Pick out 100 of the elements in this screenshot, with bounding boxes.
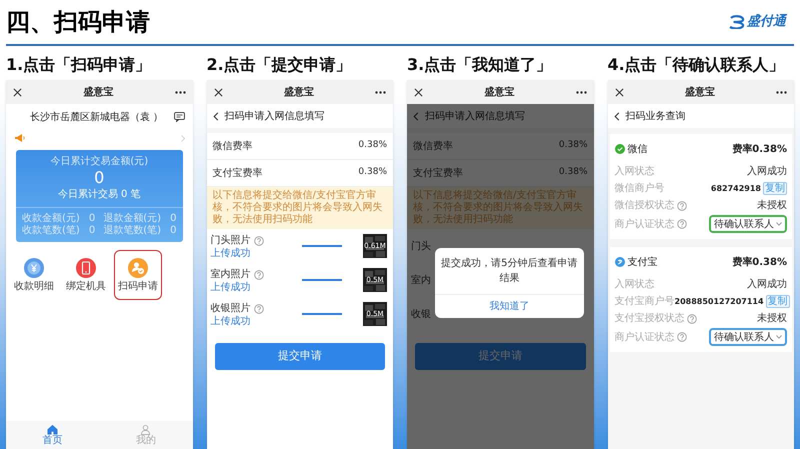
rate-label: 微信费率: [413, 140, 453, 154]
copy-button[interactable]: 复制: [763, 182, 787, 195]
back-icon[interactable]: [212, 112, 218, 120]
field-value: 入网成功: [747, 164, 787, 179]
photo-label: 室内: [411, 274, 431, 288]
app-title: 盛意宝: [83, 85, 114, 100]
logo-icon: [729, 15, 745, 29]
chevron-down-icon: [776, 335, 782, 339]
dialog-message: 提交成功，请5分钟后查看申请结果: [440, 256, 578, 286]
app-title: 盛意宝: [684, 85, 715, 100]
stat-label: 退款金额(元): [103, 213, 162, 224]
shortcut-button[interactable]: 收款明细: [10, 250, 58, 300]
speaker-icon: [14, 134, 25, 142]
help-icon[interactable]: [254, 236, 264, 246]
help-icon[interactable]: [254, 270, 264, 280]
field-value: 682742918: [710, 182, 761, 194]
help-icon[interactable]: [676, 332, 686, 342]
message-icon[interactable]: [174, 112, 184, 122]
photo-label: 收银: [411, 308, 431, 322]
status-dropdown[interactable]: 待确认联系人: [709, 215, 787, 233]
back-icon[interactable]: [614, 112, 620, 120]
close-icon[interactable]: [214, 88, 222, 96]
notice-text: 以下信息将提交给微信/支付宝官方审核，不符合要求的图片将会导致入网失败，无法使用扫码功能: [407, 187, 594, 229]
field-label: 入网状态: [614, 278, 654, 292]
stat-value: 0: [88, 225, 96, 237]
summary-label: 今日累计交易金额(元): [50, 154, 148, 169]
photo-label: 门头: [411, 240, 431, 254]
rate-value: 0.38%: [358, 139, 387, 152]
channel-rate: 费率0.38%: [732, 255, 787, 270]
field-label: 商户认证状态: [614, 330, 674, 344]
photo-label: 室内照片: [210, 268, 250, 282]
stat-label: 收款笔数(笔): [22, 225, 80, 237]
upload-status: 上传成功: [210, 282, 252, 293]
rate-value: 0.38%: [558, 139, 588, 152]
home-icon[interactable]: [47, 424, 58, 435]
field-label: 商户认证状态: [614, 218, 674, 232]
field-label: 支付宝授权状态: [614, 312, 684, 326]
step-heading: 4.点击「待确认联系人」: [608, 54, 786, 76]
channel-rate: 费率0.38%: [732, 142, 787, 156]
slide-title: 四、扫码申请: [6, 7, 150, 38]
rate-label: 微信费率: [212, 140, 252, 154]
field-label: 微信商户号: [614, 182, 664, 196]
field-value: 未授权: [757, 312, 787, 326]
phone-icon: [75, 257, 97, 279]
channel-name: 支付宝: [628, 256, 658, 270]
help-icon[interactable]: [686, 314, 696, 324]
shortcut-button[interactable]: 扫码申请: [114, 250, 162, 300]
step-heading: 3.点击「我知道了」: [407, 54, 554, 76]
confirm-button[interactable]: 我知道了: [435, 294, 584, 318]
submit-button[interactable]: 提交申请: [415, 343, 586, 370]
copy-button[interactable]: 复制: [766, 295, 790, 308]
summary-count: 今日累计交易 0 笔: [58, 188, 141, 202]
rate-value: 0.38%: [358, 166, 387, 180]
field-label: 支付宝商户号: [614, 294, 674, 309]
logo-text: 盛付通: [747, 13, 786, 32]
page-title: 扫码申请入网信息填写: [425, 110, 525, 124]
more-icon[interactable]: [174, 90, 186, 94]
submit-button[interactable]: 提交申请: [214, 343, 385, 370]
more-icon[interactable]: [576, 90, 586, 94]
stat-label: 退款笔数(笔): [103, 225, 162, 237]
stat-value: 0: [170, 225, 176, 237]
shortcut-button[interactable]: 绑定机具: [62, 250, 110, 300]
status-dropdown[interactable]: 待确认联系人: [709, 328, 787, 346]
more-icon[interactable]: [776, 90, 787, 94]
notice-text: 以下信息将提交给微信/支付宝官方审核，不符合要求的图片将会导致入网失败，无法使用扫码功能: [206, 187, 393, 229]
chevron-down-icon: [776, 222, 782, 226]
close-icon[interactable]: [414, 88, 423, 96]
upload-status: 上传成功: [210, 316, 252, 327]
more-icon[interactable]: [375, 90, 386, 94]
page-title: 扫码申请入网信息填写: [224, 110, 324, 124]
field-label: 微信授权状态: [614, 198, 674, 213]
summary-amount: 0: [94, 169, 104, 187]
close-icon[interactable]: [614, 88, 624, 96]
rate-value: 0.38%: [558, 166, 588, 180]
photo-label: 收银照片: [210, 302, 250, 316]
app-title: 盛意宝: [484, 85, 514, 100]
tab-bar-item[interactable]: 我的: [99, 421, 192, 449]
step-heading: 1.点击「扫码申请」: [6, 54, 152, 76]
field-label: 入网状态: [614, 164, 654, 179]
field-value: 2088850127207114: [674, 296, 764, 308]
shop-name: 长沙市岳麓区新城电器（袁 ）: [29, 110, 164, 124]
help-icon[interactable]: [676, 219, 686, 229]
rate-label: 支付宝费率: [413, 166, 463, 180]
step-heading: 2.点击「提交申请」: [206, 54, 353, 76]
tab-bar-item[interactable]: 首页: [6, 421, 100, 449]
stat-label: 收款金额(元): [22, 213, 80, 225]
yuan-coin-icon: [23, 257, 45, 279]
help-icon[interactable]: [254, 304, 264, 314]
person-check-icon: [127, 257, 149, 279]
help-icon[interactable]: [676, 200, 686, 210]
check-circle-icon: [614, 144, 624, 154]
field-value: 入网成功: [747, 278, 787, 292]
stat-value: 0: [170, 213, 176, 225]
field-value: 未授权: [757, 198, 787, 213]
upload-status: 上传成功: [210, 248, 252, 259]
rate-label: 支付宝费率: [212, 166, 262, 180]
close-icon[interactable]: [13, 88, 22, 96]
page-title: 扫码业务查询: [626, 110, 686, 124]
photo-label: 门头照片: [210, 234, 250, 248]
stat-value: 0: [88, 213, 96, 225]
